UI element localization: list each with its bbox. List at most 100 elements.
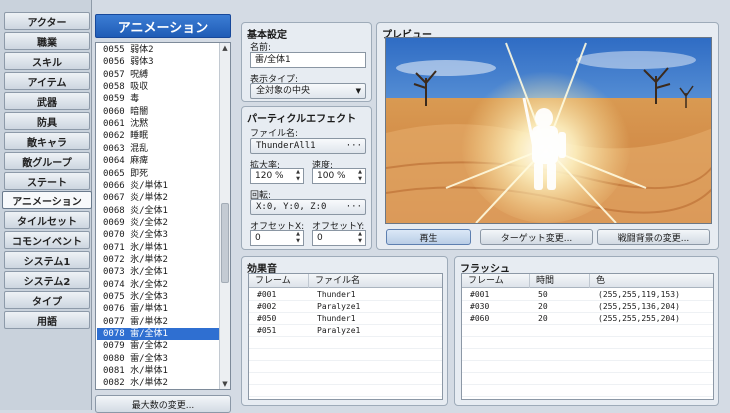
table-row[interactable] <box>462 337 713 349</box>
table-row[interactable]: #030 20 (255,255,136,204) <box>462 301 713 313</box>
table-row[interactable]: #051 Paralyze1 <box>249 325 442 337</box>
speed-value: 100 % <box>317 171 346 181</box>
spinner-arrows-icon[interactable]: ▲ ▼ <box>356 169 364 183</box>
table-row[interactable] <box>249 361 442 373</box>
table-row[interactable] <box>462 349 713 361</box>
particle-effect-title: パーティクルエフェクト <box>247 114 357 125</box>
table-row[interactable] <box>249 349 442 361</box>
list-item[interactable]: 0082 水/単体2 <box>97 377 219 389</box>
list-item[interactable]: 0078 雷/全体1 <box>97 328 219 341</box>
tab-15[interactable]: 用語 <box>4 311 90 329</box>
list-item[interactable]: 0062 睡眠 <box>97 130 219 142</box>
spinner-arrows-icon[interactable]: ▲ ▼ <box>294 169 302 183</box>
change-battle-background-button[interactable]: 戦闘背景の変更... <box>597 229 710 245</box>
table-cell: #001 <box>257 290 277 299</box>
list-item[interactable]: 0060 暗闇 <box>97 106 219 118</box>
offset-y-stepper[interactable]: 0 ▲ ▼ <box>312 230 366 246</box>
tab-13[interactable]: システム2 <box>4 271 90 289</box>
animation-list[interactable]: 0055 弱体2 0056 弱体3 0057 呪縛 0058 吸収 0059 毒 0060… <box>95 42 231 390</box>
tab-10[interactable]: タイルセット <box>4 211 90 229</box>
scroll-up-icon[interactable]: ▲ <box>220 43 230 53</box>
display-type-select[interactable]: 全対象の中央 ▼ <box>250 83 366 99</box>
rotation-picker[interactable]: X:0, Y:0, Z:0 ··· <box>250 199 366 215</box>
flash-table[interactable]: フレーム 時間 色 #001 50 (255,255,119,153) #030 20 (… <box>461 273 714 400</box>
basic-settings-panel: 基本設定 名前: 雷/全体1 表示タイプ: 全対象の中央 ▼ <box>241 22 372 102</box>
list-item[interactable]: 0055 弱体2 <box>97 44 219 56</box>
list-item[interactable]: 0076 雷/単体1 <box>97 303 219 315</box>
list-item[interactable]: 0069 炎/全体2 <box>97 217 219 229</box>
list-item[interactable]: 0070 炎/全体3 <box>97 229 219 241</box>
offset-y-value: 0 <box>317 233 323 243</box>
table-row[interactable] <box>462 361 713 373</box>
tab-6[interactable]: 敵キャラ <box>4 132 90 150</box>
spinner-arrows-icon[interactable]: ▲ ▼ <box>356 231 364 245</box>
tab-0[interactable]: アクター <box>4 12 90 30</box>
list-item[interactable]: 0073 氷/全体1 <box>97 266 219 278</box>
scale-stepper[interactable]: 120 % ▲ ▼ <box>250 168 304 184</box>
list-item[interactable]: 0061 沈黙 <box>97 118 219 130</box>
list-item[interactable]: 0067 炎/単体2 <box>97 192 219 204</box>
change-target-button[interactable]: ターゲット変更... <box>480 229 593 245</box>
list-item[interactable]: 0058 吸収 <box>97 81 219 93</box>
list-item[interactable]: 0079 雷/全体2 <box>97 340 219 352</box>
table-row[interactable]: #050 Thunder1 <box>249 313 442 325</box>
list-item[interactable]: 0057 呪縛 <box>97 69 219 81</box>
list-item[interactable]: 0071 氷/単体1 <box>97 242 219 254</box>
list-item[interactable]: 0056 弱体3 <box>97 56 219 68</box>
table-row[interactable] <box>462 325 713 337</box>
table-row[interactable] <box>249 337 442 349</box>
name-input[interactable]: 雷/全体1 <box>250 52 366 68</box>
list-item[interactable]: 0072 氷/単体2 <box>97 254 219 266</box>
tab-14[interactable]: タイプ <box>4 291 90 309</box>
table-cell: (255,255,255,204) <box>598 314 680 323</box>
tab-11[interactable]: コモンイベント <box>4 231 90 249</box>
table-row[interactable] <box>249 373 442 385</box>
file-name-picker[interactable]: ThunderAll1 ··· <box>250 138 366 154</box>
list-item[interactable]: 0077 雷/単体2 <box>97 316 219 328</box>
table-row[interactable] <box>249 385 442 397</box>
list-item[interactable]: 0066 炎/単体1 <box>97 180 219 192</box>
table-cell: 20 <box>538 314 548 323</box>
list-item[interactable]: 0080 雷/全体3 <box>97 353 219 365</box>
offset-x-stepper[interactable]: 0 ▲ ▼ <box>250 230 304 246</box>
table-row[interactable]: #001 50 (255,255,119,153) <box>462 289 713 301</box>
table-row[interactable] <box>462 385 713 397</box>
table-row[interactable]: #060 20 (255,255,255,204) <box>462 313 713 325</box>
list-item[interactable]: 0065 即死 <box>97 168 219 180</box>
list-item[interactable]: 0074 氷/全体2 <box>97 279 219 291</box>
scroll-thumb[interactable] <box>221 203 229 283</box>
list-item[interactable]: 0064 麻痺 <box>97 155 219 167</box>
list-item[interactable]: 0059 毒 <box>97 93 219 105</box>
spinner-arrows-icon[interactable]: ▲ ▼ <box>294 231 302 245</box>
sound-effects-panel: 効果音 フレーム ファイル名 #001 Thunder1 #002 Paralyze1… <box>241 256 448 406</box>
preview-canvas[interactable] <box>385 37 712 224</box>
sound-effects-table[interactable]: フレーム ファイル名 #001 Thunder1 #002 Paralyze1 #050… <box>248 273 443 400</box>
speed-stepper[interactable]: 100 % ▲ ▼ <box>312 168 366 184</box>
tab-2[interactable]: スキル <box>4 52 90 70</box>
tab-9[interactable]: アニメーション <box>2 191 92 209</box>
list-scrollbar[interactable]: ▲ ▼ <box>219 43 230 389</box>
tab-3[interactable]: アイテム <box>4 72 90 90</box>
battle-preview-image <box>386 38 711 223</box>
ellipsis-icon[interactable]: ··· <box>346 200 362 214</box>
list-item[interactable]: 0075 氷/全体3 <box>97 291 219 303</box>
tab-5[interactable]: 防具 <box>4 112 90 130</box>
tab-12[interactable]: システム1 <box>4 251 90 269</box>
list-item[interactable]: 0068 炎/全体1 <box>97 205 219 217</box>
chevron-down-icon: ▼ <box>355 87 361 95</box>
tab-1[interactable]: 職業 <box>4 32 90 50</box>
play-button[interactable]: 再生 <box>386 229 471 245</box>
tab-7[interactable]: 敵グループ <box>4 152 90 170</box>
table-row[interactable]: #001 Thunder1 <box>249 289 442 301</box>
scale-value: 120 % <box>255 171 284 181</box>
ellipsis-icon[interactable]: ··· <box>346 139 362 153</box>
table-row[interactable]: #002 Paralyze1 <box>249 301 442 313</box>
change-max-button[interactable]: 最大数の変更... <box>95 395 231 413</box>
list-item[interactable]: 0063 混乱 <box>97 143 219 155</box>
table-cell: #051 <box>257 326 277 335</box>
tab-4[interactable]: 武器 <box>4 92 90 110</box>
list-item[interactable]: 0081 水/単体1 <box>97 365 219 377</box>
table-row[interactable] <box>462 373 713 385</box>
tab-8[interactable]: ステート <box>4 172 90 190</box>
scroll-down-icon[interactable]: ▼ <box>220 379 230 389</box>
